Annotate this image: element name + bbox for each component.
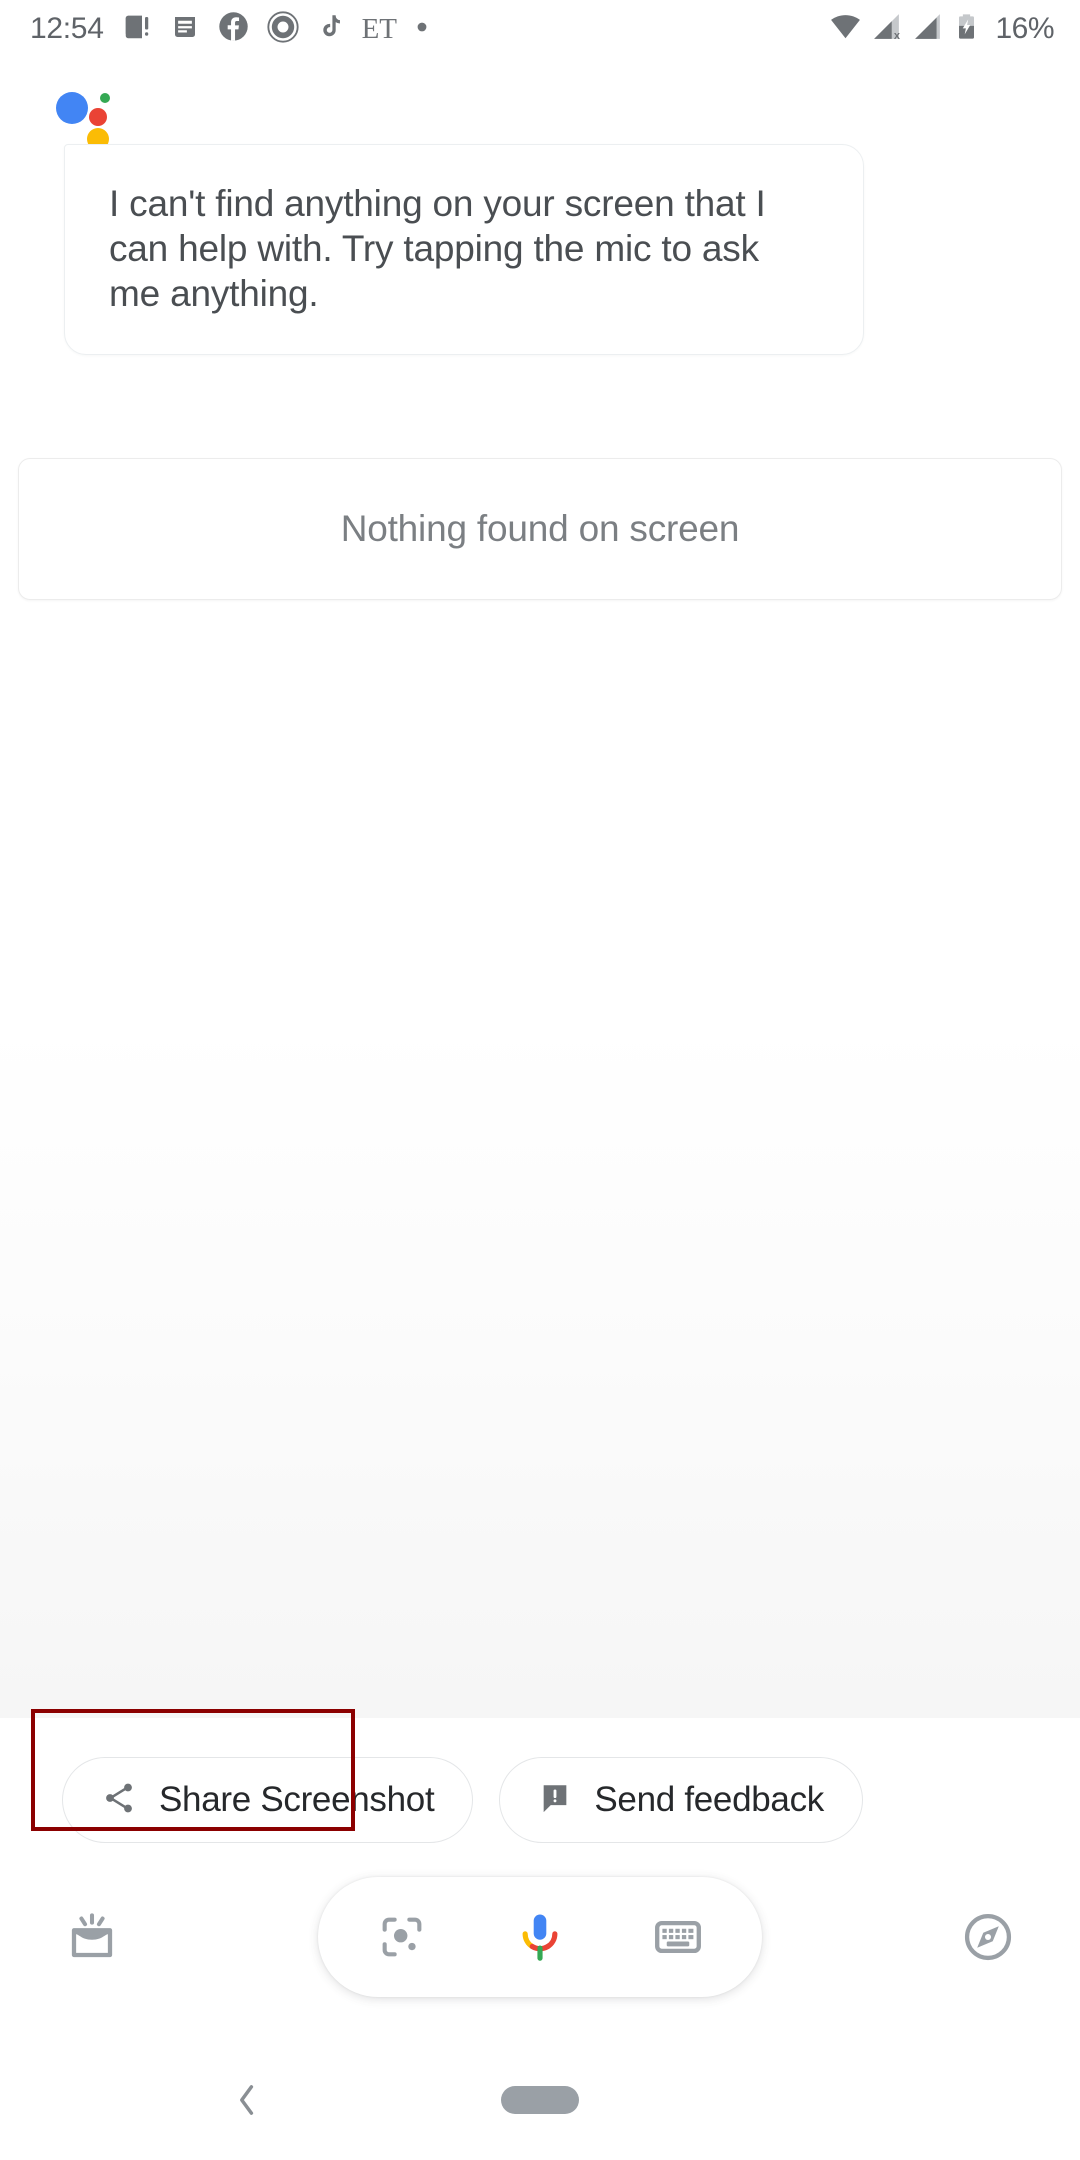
google-mic-button[interactable] <box>503 1900 577 1974</box>
assistant-input-pill <box>318 1877 762 1997</box>
assistant-reply-bubble: I can't find anything on your screen tha… <box>64 144 864 356</box>
screen-context-card[interactable]: Nothing found on screen <box>18 458 1062 600</box>
home-pill-handle[interactable] <box>501 2086 579 2114</box>
assistant-dot-blue <box>56 92 88 124</box>
news-article-icon <box>170 12 200 47</box>
instagram-ring-icon <box>266 10 299 48</box>
dot-icon <box>415 20 429 39</box>
explore-compass-icon[interactable] <box>950 1899 1026 1975</box>
status-bar-left: 12:54 ET <box>30 10 429 48</box>
signal-bars-icon <box>911 10 944 48</box>
et-text-icon: ET <box>361 12 398 45</box>
assistant-dot-green <box>100 93 110 103</box>
battery-charging-icon <box>952 12 981 46</box>
wifi-icon <box>829 10 862 48</box>
keyboard-button[interactable] <box>641 1900 715 1974</box>
share-icon <box>101 1780 137 1821</box>
assistant-bottom-bar <box>0 1857 1080 2017</box>
broken-image-icon <box>122 12 152 47</box>
share-screenshot-button[interactable]: Share Screenshot <box>62 1757 474 1843</box>
system-nav-bar <box>0 2040 1080 2160</box>
share-screenshot-label: Share Screenshot <box>159 1780 435 1819</box>
signal-no-service-icon: x <box>870 10 903 48</box>
facebook-icon <box>218 11 249 47</box>
status-bar-right: x 16% <box>829 10 1054 48</box>
assistant-dot-red <box>89 108 107 126</box>
status-bar: 12:54 ET x 16% <box>0 0 1080 58</box>
status-clock: 12:54 <box>30 12 104 45</box>
tiktok-icon <box>317 13 344 45</box>
google-lens-button[interactable] <box>365 1900 439 1974</box>
send-feedback-button[interactable]: Send feedback <box>499 1757 863 1843</box>
svg-text:x: x <box>894 30 901 42</box>
back-chevron-icon[interactable] <box>212 2065 282 2135</box>
assistant-reply-text: I can't find anything on your screen tha… <box>109 183 766 315</box>
snapshot-inbox-icon[interactable] <box>54 1899 130 1975</box>
google-assistant-logo <box>56 88 120 150</box>
battery-percent: 16% <box>995 12 1054 45</box>
feedback-icon <box>538 1781 572 1820</box>
screen-context-label: Nothing found on screen <box>340 508 740 549</box>
send-feedback-label: Send feedback <box>594 1780 824 1819</box>
assistant-stage: I can't find anything on your screen tha… <box>0 58 1080 1718</box>
action-chip-row: Share Screenshot Send feedback <box>0 1745 1080 1855</box>
